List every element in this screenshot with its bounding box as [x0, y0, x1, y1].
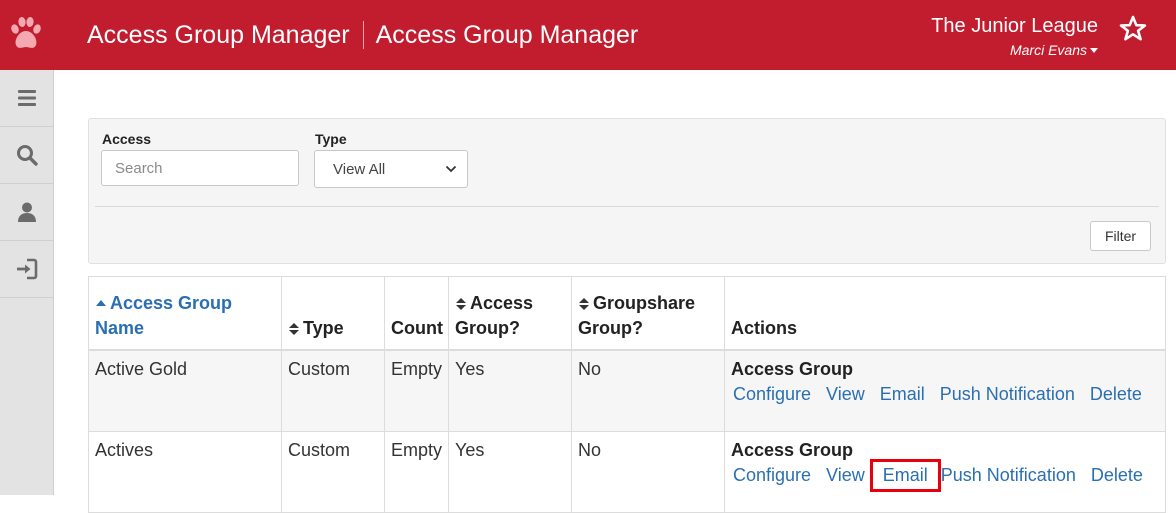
sidebar-item-profile[interactable]: [0, 184, 53, 241]
sort-icon: [579, 298, 589, 311]
star-outline-icon[interactable]: [1118, 14, 1148, 44]
cell-count: Empty: [384, 431, 449, 513]
cell-name: Actives: [88, 431, 282, 513]
column-header-type[interactable]: Type: [281, 276, 385, 351]
view-link[interactable]: View: [824, 463, 867, 488]
column-header-label: Access Group Name: [95, 293, 233, 338]
column-header-count: Count: [384, 276, 449, 351]
type-label: Type: [315, 131, 347, 147]
sidebar: [0, 70, 54, 495]
title-divider: [362, 21, 364, 49]
column-header-label: Groupshare Group?: [578, 293, 696, 338]
push-notification-link[interactable]: Push Notification: [938, 382, 1077, 407]
column-header-groupshare-group[interactable]: Groupshare Group?: [571, 276, 725, 351]
app-title: Access Group Manager: [87, 20, 350, 49]
actions-title: Access Group: [731, 359, 854, 379]
configure-link[interactable]: Configure: [731, 382, 813, 407]
sidebar-item-menu[interactable]: [0, 70, 53, 127]
sign-in-icon: [16, 258, 37, 280]
push-notification-link[interactable]: Push Notification: [939, 463, 1078, 488]
column-header-actions: Actions: [724, 276, 1166, 351]
sidebar-item-sign-in[interactable]: [0, 241, 53, 298]
configure-link[interactable]: Configure: [731, 463, 813, 488]
actions-links: Configure View Email Push Notification Delet…: [731, 459, 1159, 492]
filter-panel: Access Type View All Filter: [88, 118, 1166, 264]
table-row: Actives Custom Empty Yes No Access Group…: [88, 431, 1166, 513]
cell-actions: Access Group Configure View Email Push Noti…: [724, 431, 1166, 513]
type-select-value: View All: [333, 160, 386, 178]
section-title: Access Group Manager: [375, 20, 639, 49]
column-header-label: Actions: [731, 318, 798, 338]
cell-type: Custom: [281, 349, 385, 432]
actions-title: Access Group: [731, 440, 854, 460]
cell-type: Custom: [281, 431, 385, 513]
sidebar-item-search[interactable]: [0, 127, 53, 184]
cell-actions: Access Group Configure View Email Push Noti…: [724, 349, 1166, 432]
view-link[interactable]: View: [824, 382, 867, 407]
delete-link[interactable]: Delete: [1088, 382, 1144, 407]
filter-button[interactable]: Filter: [1090, 221, 1151, 251]
access-label: Access: [102, 131, 152, 147]
table-header-row: Access Group Name Type Count Access Grou…: [88, 276, 1166, 351]
access-group-table: Access Group Name Type Count Access Grou…: [88, 276, 1166, 513]
email-link-highlighted[interactable]: Email: [869, 459, 941, 492]
access-search-input[interactable]: [101, 150, 299, 186]
user-icon: [17, 202, 36, 222]
cell-groupshare-group: No: [571, 431, 725, 513]
chevron-down-icon: [445, 165, 457, 173]
sort-icon: [456, 298, 466, 311]
sort-asc-icon: [96, 300, 106, 307]
column-header-label: Count: [391, 318, 443, 338]
user-name: Marci Evans: [1009, 42, 1087, 58]
cell-access-group: Yes: [448, 431, 572, 513]
column-header-label: Type: [303, 318, 344, 338]
delete-link[interactable]: Delete: [1089, 463, 1145, 488]
actions-links: Configure View Email Push Notification Delet…: [731, 382, 1159, 407]
table-row: Active Gold Custom Empty Yes No Access G…: [88, 349, 1166, 432]
org-name: The Junior League: [931, 15, 1098, 37]
search-icon: [16, 145, 38, 166]
caret-down-icon: [1090, 47, 1098, 53]
page-title: Access Group Manager Access Group Manage…: [87, 0, 638, 70]
menu-icon: [17, 90, 36, 106]
top-header: Access Group Manager Access Group Manage…: [0, 0, 1176, 70]
cell-groupshare-group: No: [571, 349, 725, 432]
paw-print-icon[interactable]: [8, 16, 44, 54]
cell-access-group: Yes: [448, 349, 572, 432]
sort-icon: [289, 323, 299, 336]
email-link[interactable]: Email: [878, 382, 927, 407]
cell-name: Active Gold: [88, 349, 282, 432]
type-select[interactable]: View All: [314, 150, 468, 188]
column-header-name[interactable]: Access Group Name: [88, 276, 282, 351]
user-menu[interactable]: Marci Evans: [1010, 43, 1098, 57]
column-header-access-group[interactable]: Access Group?: [448, 276, 572, 351]
cell-count: Empty: [384, 349, 449, 432]
filter-divider: [95, 206, 1159, 207]
org-user-block: The Junior League Marci Evans: [931, 16, 1098, 59]
